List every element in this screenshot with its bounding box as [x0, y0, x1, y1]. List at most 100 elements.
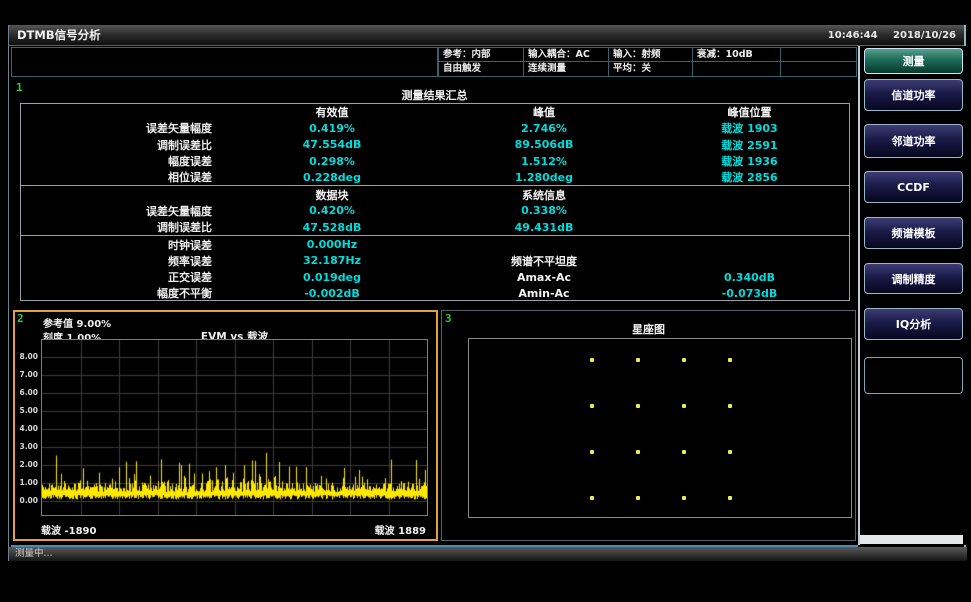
status-text: 测量中...	[15, 548, 53, 559]
settings-grid: 参考：内部输入耦合：AC输入：射频衰减：10dB自由触发连续测量平均：关	[438, 47, 857, 77]
row-label: 误差矢量幅度	[21, 120, 226, 136]
table-row: 误差矢量幅度0.419%2.746%载波 1903	[21, 120, 849, 136]
setting-cell: 连续测量	[523, 62, 608, 76]
setting-cell	[780, 48, 856, 62]
sidebar-button-spectrum-mask[interactable]: 频谱模板	[864, 217, 963, 249]
constellation-point	[682, 496, 686, 500]
y-tick-label: 6.00	[15, 388, 38, 397]
cell-value: -0.002dB	[226, 287, 438, 300]
constellation-title: 星座图	[442, 321, 855, 337]
results-table: 有效值峰值峰值位置误差矢量幅度0.419%2.746%载波 1903调制误差比4…	[20, 103, 850, 301]
sidebar-button-channel-power[interactable]: 信道功率	[864, 79, 963, 111]
cell-value: 1.280deg	[438, 171, 650, 184]
cell-value: 2.746%	[438, 122, 650, 135]
sidebar-button-modulation-accuracy[interactable]: 调制精度	[864, 263, 963, 294]
sidebar-button-measure[interactable]: 测量	[864, 48, 963, 74]
column-header: 数据块	[226, 187, 438, 203]
column-header: 有效值	[226, 104, 438, 120]
cell-value: 频谱不平坦度	[438, 253, 650, 269]
constellation-point	[728, 450, 732, 454]
row-label: 频率误差	[21, 253, 226, 269]
constellation-point	[728, 496, 732, 500]
evm-chart-panel[interactable]: 2 参考值 9.00% 刻度 1.00% EVM vs 载波 8.007.006…	[13, 310, 438, 541]
sidebar-button-blank	[864, 357, 963, 394]
table-section: 数据块系统信息误差矢量幅度0.420%0.338%调制误差比47.528dB49…	[21, 185, 849, 235]
cell-value: 0.019deg	[226, 271, 438, 284]
results-title: 测量结果汇总	[13, 87, 856, 103]
constellation-plot-box	[468, 338, 852, 518]
constellation-point	[636, 496, 640, 500]
table-row: 误差矢量幅度0.420%0.338%	[21, 203, 849, 219]
setting-cell	[692, 62, 780, 76]
constellation-point	[682, 450, 686, 454]
evm-trace-canvas	[42, 340, 427, 515]
settings-bar: 参考：内部输入耦合：AC输入：射频衰减：10dB自由触发连续测量平均：关	[9, 46, 858, 78]
time-text: 10:46:44	[828, 30, 878, 41]
table-header-row: 数据块系统信息	[21, 186, 849, 202]
cell-value: Amin-Ac	[438, 287, 650, 300]
evm-plot-area	[41, 339, 428, 516]
sidebar-button-ccdf[interactable]: CCDF	[864, 171, 963, 203]
sidebar-button-iq-analysis[interactable]: IQ分析	[864, 308, 963, 340]
cell-value: 载波 2856	[650, 169, 849, 185]
setting-cell	[780, 62, 856, 76]
cell-value: 89.506dB	[438, 138, 650, 151]
x-axis-start-label: 载波 -1890	[41, 522, 96, 537]
sidebar: 测量信道功率邻道功率 CCDF 频谱模板调制精度 IQ分析	[858, 46, 967, 545]
constellation-panel[interactable]: 3 星座图	[441, 310, 856, 541]
constellation-point	[636, 358, 640, 362]
clock: 10:46:44 2018/10/26	[816, 30, 956, 41]
settings-display-box	[11, 47, 438, 77]
cell-value: 0.420%	[226, 204, 438, 217]
constellation-point	[590, 496, 594, 500]
table-row: 幅度不平衡-0.002dBAmin-Ac-0.073dB	[21, 285, 849, 301]
cell-value: 47.528dB	[226, 221, 438, 234]
main-area: 1 测量结果汇总 有效值峰值峰值位置误差矢量幅度0.419%2.746%载波 1…	[11, 78, 858, 547]
cell-value: 0.340dB	[650, 271, 849, 284]
cell-value: 0.419%	[226, 122, 438, 135]
constellation-point	[728, 404, 732, 408]
results-panel[interactable]: 1 测量结果汇总 有效值峰值峰值位置误差矢量幅度0.419%2.746%载波 1…	[13, 80, 856, 307]
cell-value: 49.431dB	[438, 221, 650, 234]
cell-value: 0.338%	[438, 204, 650, 217]
cell-value: 32.187Hz	[226, 254, 438, 267]
constellation-point	[590, 450, 594, 454]
row-label: 误差矢量幅度	[21, 203, 226, 219]
cell-value: 0.000Hz	[226, 238, 438, 251]
row-label: 相位误差	[21, 169, 226, 185]
table-row: 相位误差0.228deg1.280deg载波 2856	[21, 169, 849, 185]
analyzer-window: DTMB信号分析 10:46:44 2018/10/26 参考：内部输入耦合：A…	[8, 25, 966, 561]
cell-value: 0.298%	[226, 155, 438, 168]
setting-cell: 平均：关	[608, 62, 692, 76]
panel-marker-3: 3	[445, 312, 452, 325]
row-label: 时钟误差	[21, 237, 226, 253]
cell-value: 载波 1903	[650, 120, 849, 136]
column-header: 峰值	[438, 104, 650, 120]
cell-value: Amax-Ac	[438, 271, 650, 284]
table-header-row: 有效值峰值峰值位置	[21, 104, 849, 120]
table-row: 时钟误差0.000Hz	[21, 236, 849, 252]
column-header: 系统信息	[438, 187, 650, 203]
constellation-point	[682, 358, 686, 362]
setting-cell: 参考：内部	[439, 48, 523, 62]
constellation-point	[728, 358, 732, 362]
y-tick-label: 5.00	[15, 406, 38, 415]
table-row: 频率误差32.187Hz频谱不平坦度	[21, 253, 849, 269]
row-label: 调制误差比	[21, 219, 226, 235]
table-section: 时钟误差0.000Hz频率误差32.187Hz频谱不平坦度正交误差0.019de…	[21, 235, 849, 301]
status-bar: 测量中...	[9, 547, 967, 561]
sidebar-button-adjacent-channel-power[interactable]: 邻道功率	[864, 124, 963, 158]
row-label: 幅度不平衡	[21, 285, 226, 301]
sidebar-bottom-strip	[860, 535, 963, 544]
constellation-point	[682, 404, 686, 408]
title-bar: DTMB信号分析 10:46:44 2018/10/26	[9, 25, 964, 46]
cell-value: 1.512%	[438, 155, 650, 168]
row-label: 正交误差	[21, 269, 226, 285]
y-tick-label: 3.00	[15, 442, 38, 451]
y-tick-label: 0.00	[15, 496, 38, 505]
constellation-point	[636, 450, 640, 454]
constellation-point	[636, 404, 640, 408]
constellation-point	[590, 404, 594, 408]
row-label: 调制误差比	[21, 137, 226, 153]
table-row: 调制误差比47.554dB89.506dB载波 2591	[21, 137, 849, 153]
